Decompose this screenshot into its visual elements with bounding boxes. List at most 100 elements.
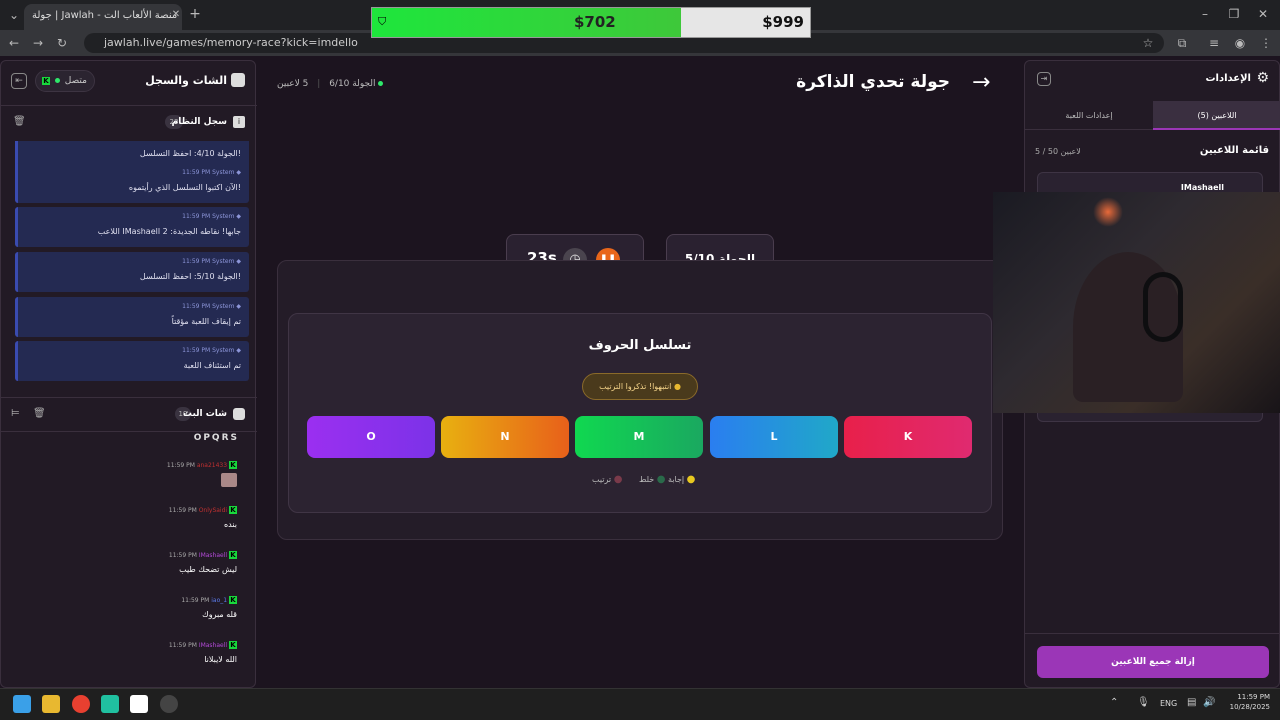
game-title: تسلسل الحروف: [588, 338, 692, 353]
chat-username[interactable]: iao_1: [211, 597, 227, 604]
chat-username[interactable]: IMashaell: [199, 552, 227, 559]
letter-tile-k[interactable]: K: [844, 416, 972, 458]
letter-tile-o[interactable]: O: [307, 416, 435, 458]
log-text: اللاعب IMashaell جابها! نقاطه الجديدة: 2: [97, 227, 241, 236]
url-text: jawlah.live/games/memory-race?kick=imdel…: [104, 36, 358, 49]
kick-icon: K: [229, 461, 237, 469]
tray-chevron-icon[interactable]: ⌃: [1110, 697, 1118, 708]
extensions-icon[interactable]: ⧉: [1172, 33, 1192, 53]
trash-icon[interactable]: 🗑: [13, 116, 26, 127]
kick-icon: K: [229, 551, 237, 559]
clock[interactable]: 11:59 PM 10/28/2025: [1226, 693, 1270, 711]
legend-answer: إجابة: [667, 475, 685, 484]
tab-list-icon[interactable]: ⌄: [4, 5, 24, 25]
log-text: الجولة 4/10: احفظ التسلسل!: [139, 149, 241, 158]
kick-icon: K: [229, 506, 237, 514]
chat-message: 11:59 PM OnlySaidi K بنده: [7, 506, 237, 529]
sort-icon[interactable]: ⊨: [11, 408, 20, 419]
chat-username[interactable]: OnlySaidi: [199, 507, 227, 514]
tab-title: جولة | Jawlah - منصة الألعاب الت: [32, 10, 178, 21]
chat-username[interactable]: ana21433: [197, 462, 227, 469]
emote-image: [221, 473, 237, 487]
reload-icon[interactable]: ↻: [52, 33, 72, 53]
legend-answer-dot: ●: [656, 474, 666, 485]
back-icon[interactable]: ←: [4, 33, 24, 53]
language-indicator[interactable]: ENG: [1160, 699, 1177, 708]
chat-text: قله مبروك: [202, 610, 237, 619]
clock-date: 10/28/2025: [1229, 703, 1270, 711]
chrome-icon[interactable]: [72, 695, 90, 713]
gear-icon: ⚙: [1256, 70, 1269, 86]
chat-log-panel: ⇤ K متصل الشات والسجل 🗑 23 سجل النظام i …: [0, 60, 257, 688]
tab-players[interactable]: اللاعبين (5): [1153, 101, 1280, 130]
log-list[interactable]: الجولة 4/10: احفظ التسلسل! 11:59 PM Syst…: [1, 141, 257, 393]
close-tab-icon[interactable]: ✕: [166, 5, 186, 25]
round-status: الجولة 6/10 | 5 لاعبين: [277, 79, 384, 89]
online-dot: [54, 78, 60, 83]
app-icon[interactable]: [130, 695, 148, 713]
chat-time: 11:59 PM: [181, 597, 210, 604]
players-count: 5 لاعبين: [277, 79, 309, 89]
profile-icon[interactable]: ◉: [1230, 33, 1250, 53]
chat-title: شات البث: [182, 409, 227, 419]
info-icon: i: [233, 116, 245, 128]
tab-game-settings[interactable]: إعدادات اللعبة: [1025, 101, 1153, 130]
letter-tile-l[interactable]: L: [710, 416, 838, 458]
letter-tile-m[interactable]: M: [575, 416, 703, 458]
windows-start-icon[interactable]: [13, 695, 31, 713]
panel-title: الشات والسجل: [145, 74, 227, 87]
back-arrow-icon[interactable]: →: [972, 70, 990, 95]
forward-icon[interactable]: →: [28, 33, 48, 53]
file-explorer-icon[interactable]: [42, 695, 60, 713]
chat-message: 11:59 PM ana21433 K: [7, 461, 237, 487]
divider: [1, 105, 257, 106]
current-amount: $702: [574, 13, 616, 31]
log-meta: 11:59 PM System ◆: [182, 169, 241, 176]
webcam-overlay: [993, 192, 1280, 413]
media-icon[interactable]: ≡: [1204, 33, 1224, 53]
chat-username[interactable]: IMashaell: [199, 642, 227, 649]
collapse-panel-icon[interactable]: ⇤: [11, 73, 27, 89]
money-progress-fill: [372, 8, 681, 37]
letter-tile-n[interactable]: N: [441, 416, 569, 458]
legend-order: ترتيب: [592, 475, 612, 484]
kick-icon: K: [42, 77, 50, 85]
chat-bubble-icon: [233, 408, 245, 420]
chat-time: 11:59 PM: [166, 462, 195, 469]
divider: [1, 397, 257, 398]
chat-message: 11:59 PM IMashaell K الله لايبلانا: [7, 641, 237, 664]
taskbar: [0, 688, 1280, 720]
menu-icon[interactable]: ⋮: [1256, 33, 1276, 53]
player-name: IMashaell: [1180, 183, 1224, 192]
legend-shuffle-dot: ●: [613, 474, 623, 485]
players-list-count: 5 / 50 لاعبين: [1035, 147, 1081, 156]
log-text: تم إيقاف اللعبة مؤقتاً: [171, 317, 241, 326]
legend-shuffle: خلط: [638, 475, 655, 484]
remove-all-players-button[interactable]: إزالة جميع اللاعبين: [1037, 646, 1269, 678]
volume-icon[interactable]: 🔊: [1203, 697, 1215, 708]
app-icon[interactable]: [160, 695, 178, 713]
trash-icon[interactable]: 🗑: [33, 408, 46, 419]
maximize-icon[interactable]: ❐: [1224, 4, 1244, 24]
divider: [1, 431, 257, 432]
chat-time: 11:59 PM: [168, 642, 197, 649]
network-icon[interactable]: ▤: [1187, 697, 1196, 708]
minimize-icon[interactable]: –: [1195, 4, 1215, 24]
bookmark-star-icon[interactable]: ☆: [1138, 33, 1158, 53]
app-icon[interactable]: [101, 695, 119, 713]
log-meta: 11:59 PM System ◆: [182, 347, 241, 354]
online-dot: [378, 81, 384, 86]
log-entry: 11:59 PM System ◆ اللاعب IMashaell جابها!…: [15, 207, 249, 247]
log-entry: 11:59 PM System ◆ تم إيقاف اللعبة مؤقتاً: [15, 297, 249, 337]
chat-time: 11:59 PM: [168, 552, 197, 559]
microphone-icon[interactable]: 🎙: [1137, 697, 1150, 708]
collapse-panel-icon[interactable]: ⇥: [1037, 72, 1051, 86]
chat-message: 11:59 PM iao_1 K قله مبروك: [7, 596, 237, 619]
browser-tab[interactable]: جولة | Jawlah - منصة الألعاب الت: [24, 4, 182, 30]
log-entry: 11:59 PM System ◆ تم استئناف اللعبة: [15, 341, 249, 381]
close-window-icon[interactable]: ✕: [1253, 4, 1273, 24]
headphones-icon: [1143, 272, 1183, 342]
new-tab-icon[interactable]: +: [185, 4, 205, 24]
kick-icon: K: [229, 641, 237, 649]
status-text: متصل: [64, 76, 87, 86]
